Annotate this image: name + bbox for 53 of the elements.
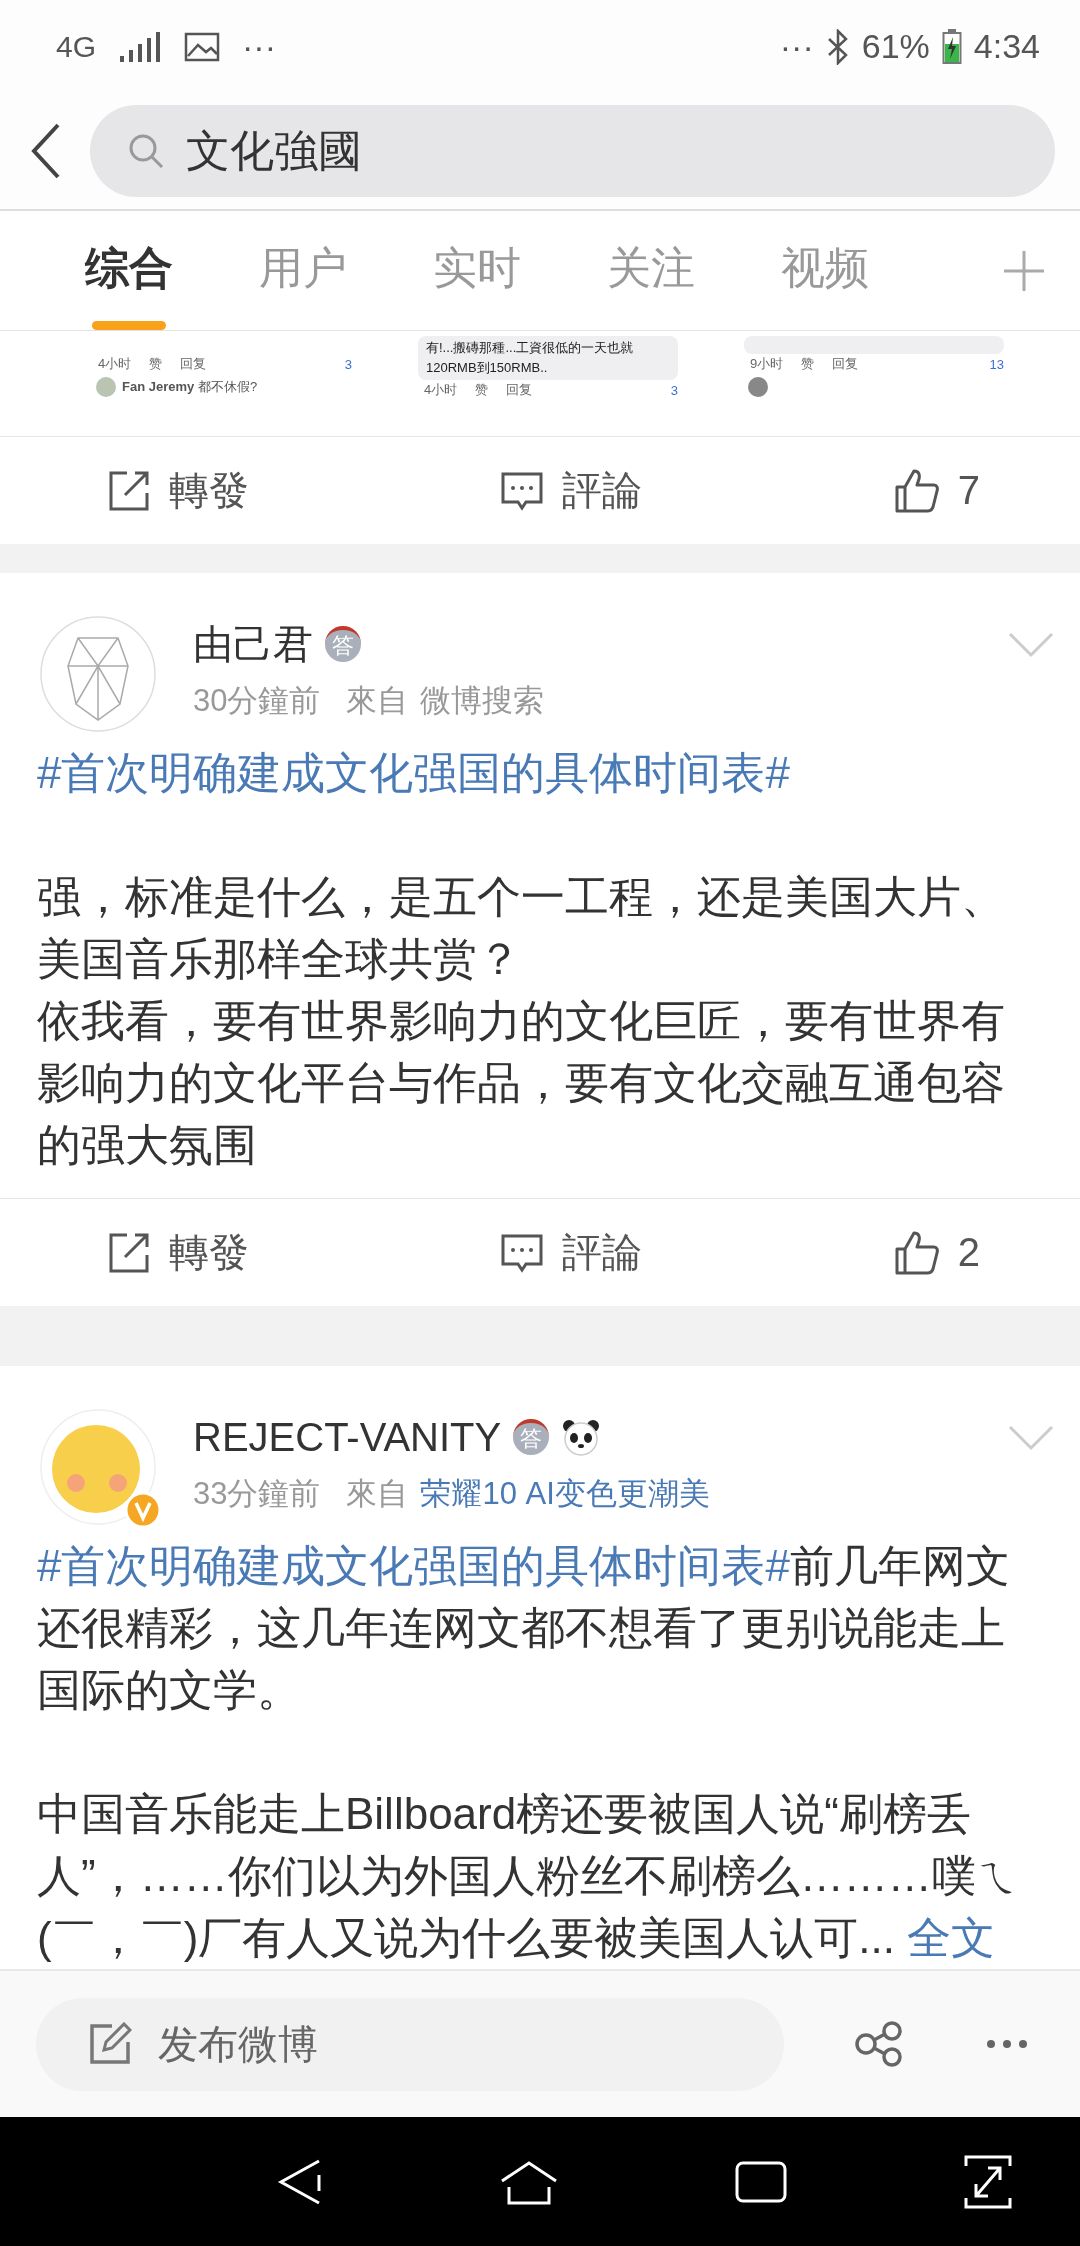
more-notifications: ··· <box>779 27 814 66</box>
signal-icon <box>118 29 163 64</box>
search-field[interactable]: 文化強國 <box>90 105 1055 197</box>
battery-percent: 61% <box>861 27 930 66</box>
battery-icon <box>941 28 962 65</box>
hashtag-link[interactable]: #首次明确建成文化强国的具体时间表# <box>37 1541 790 1590</box>
reaction-count: 3 <box>344 356 352 372</box>
post-text: #首次明确建成文化强国的具体时间表#前几年网文还很精彩，这几年连网文都不想看了更别说能走上国际的文学。 <box>37 1540 1011 1716</box>
image-icon <box>184 31 221 62</box>
clock: 4:34 <box>973 27 1040 66</box>
author-name[interactable]: REJECT-VANITY <box>193 1414 502 1460</box>
panda-icon <box>561 1417 602 1457</box>
comment-text: 有!...搬磚那種...工資很低的一天也就 <box>426 339 635 357</box>
author-name[interactable]: 由己君 <box>193 616 313 672</box>
comment-time: 4小时 <box>98 355 132 373</box>
post-text: 强，标准是什么，是五个一工程，还是美国大片、美国音乐那样全球共赏？ <box>37 871 1006 985</box>
comment-button[interactable]: 評論 <box>500 463 643 518</box>
source-label: 來自 <box>346 682 409 720</box>
avatar <box>96 377 116 397</box>
thumbs-up-icon <box>893 1229 940 1276</box>
answer-medal-badge: 答 <box>513 1419 550 1455</box>
network-indicator: 4G <box>56 29 97 64</box>
repost-button[interactable]: 轉發 <box>107 463 249 518</box>
more-icon[interactable] <box>986 2039 1028 2049</box>
avatar <box>748 377 768 397</box>
compose-field[interactable]: 发布微博 <box>36 1997 784 2091</box>
edit-icon <box>88 2021 132 2066</box>
comment-time: 9小时 <box>750 355 784 373</box>
verified-badge-icon <box>124 1491 162 1529</box>
recents-nav-icon[interactable] <box>735 2160 787 2203</box>
expand-nav-icon[interactable] <box>964 2153 1012 2210</box>
comment-time: 4小时 <box>424 381 458 399</box>
comment-text: Fan Jeremy 都不休假? <box>122 378 258 396</box>
post-time: 30分鐘前 <box>193 682 321 720</box>
tab[interactable]: 综合 <box>42 219 216 334</box>
source-label: 來自 <box>346 1475 409 1513</box>
comment-text: 120RMB到150RMB.. <box>426 359 549 377</box>
like-button[interactable]: 7 <box>893 467 980 514</box>
full-text-link[interactable]: 全文 <box>907 1913 996 1962</box>
source-link[interactable]: 荣耀10 AI变色更潮美 <box>420 1473 710 1515</box>
post-text: 依我看，要有世界影响力的文化巨匠，要有世界有影响力的文化平台与作品，要有文化交融互通包容的强大氛围 <box>37 995 1006 1171</box>
comment-button[interactable]: 評論 <box>500 1225 643 1280</box>
thumbs-up-icon <box>893 467 940 514</box>
like-button[interactable]: 2 <box>893 1229 980 1276</box>
more-notifications: ··· <box>242 27 276 66</box>
source-name: 微博搜索 <box>420 682 545 720</box>
reaction-count: 13 <box>989 356 1004 372</box>
reaction-count: 3 <box>670 382 678 398</box>
repost-button[interactable]: 轉發 <box>107 1225 249 1280</box>
post-time: 33分鐘前 <box>193 1475 321 1513</box>
answer-medal-badge: 答 <box>325 626 361 662</box>
hashtag-link[interactable]: #首次明确建成文化强国的具体时间表# <box>37 748 790 797</box>
post-text: 中国音乐能走上Billboard榜还要被国人说“刷榜丢人”，……你们以为外国人粉丝不刷榜么………噗ㄟ(￣，￣)厂有人又说为什么要被美国人认可... 全文 <box>37 1788 1022 1964</box>
